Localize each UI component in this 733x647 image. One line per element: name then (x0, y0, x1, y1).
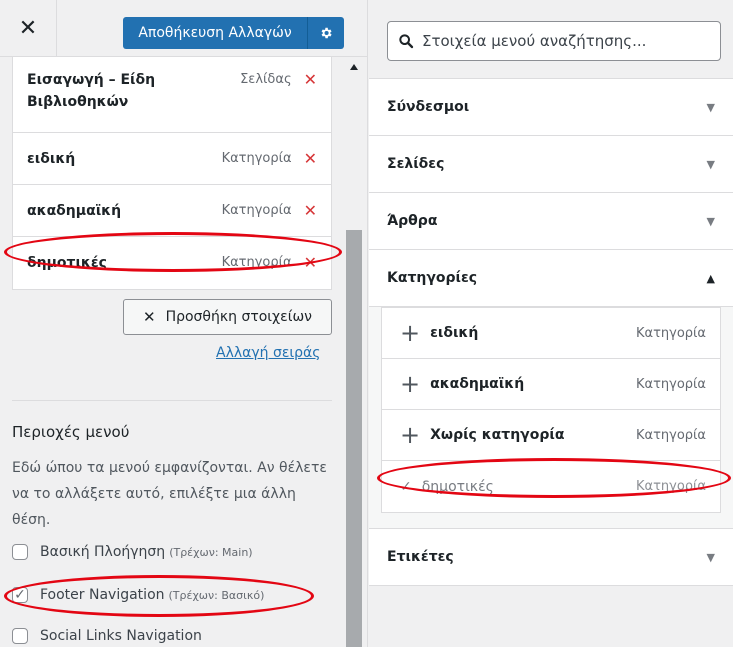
remove-icon[interactable]: ✕ (304, 148, 317, 170)
reorder-link[interactable]: Αλλαγή σειράς (216, 345, 321, 361)
chevron-down-icon: ▼ (706, 214, 715, 228)
accordion-title: Σελίδες (387, 156, 445, 172)
menu-items-list: Εισαγωγή – Είδη Βιβλιοθηκών Σελίδας ✕ ει… (12, 57, 332, 290)
menu-edit-panel: ✕ Αποθήκευση Αλλαγών Εισαγωγή – Είδη Βιβ… (0, 0, 368, 647)
accordion-tags[interactable]: Ετικέτες ▼ (369, 529, 733, 586)
chevron-down-icon: ▼ (706, 100, 715, 114)
menu-item[interactable]: ειδική Κατηγορία ✕ (13, 133, 331, 185)
category-type: Κατηγορία (635, 325, 706, 341)
menu-item-title: δημοτικές (27, 255, 107, 271)
available-items-panel: Στοιχεία μενού αναζήτησης... Σύνδεσμοι ▼… (369, 0, 733, 647)
accordion-links[interactable]: Σύνδεσμοι ▼ (369, 79, 733, 136)
location-label: Footer Navigation (40, 587, 165, 603)
location-current: (Τρέχων: Βασικό) (168, 588, 265, 602)
checkmark-icon: ✓ (400, 478, 412, 495)
customizer: ✕ Αποθήκευση Αλλαγών Εισαγωγή – Είδη Βιβ… (0, 0, 733, 647)
category-type: Κατηγορία (635, 427, 706, 443)
scrollbar-thumb[interactable] (346, 230, 362, 647)
menu-item-type: Κατηγορία ✕ (222, 200, 317, 222)
checkbox[interactable] (12, 544, 28, 560)
plus-icon[interactable]: + (400, 372, 420, 396)
location-label: Βασική Πλοήγηση (40, 544, 166, 560)
category-type: Κατηγορία (635, 376, 706, 392)
gear-icon (321, 27, 332, 39)
divider (12, 400, 332, 401)
search-area: Στοιχεία μενού αναζήτησης... (369, 0, 733, 79)
accordion-pages[interactable]: Σελίδες ▼ (369, 136, 733, 193)
category-name: ειδική (430, 325, 479, 341)
remove-icon[interactable]: ✕ (304, 200, 317, 222)
customizer-header: ✕ Αποθήκευση Αλλαγών (0, 0, 367, 57)
location-option[interactable]: ✓ Footer Navigation (Τρέχων: Βασικό) (12, 587, 264, 603)
save-group: Αποθήκευση Αλλαγών (123, 17, 344, 49)
category-name: δημοτικές (421, 478, 494, 495)
save-changes-button[interactable]: Αποθήκευση Αλλαγών (123, 17, 308, 49)
location-current: (Τρέχων: Main) (169, 545, 253, 559)
menu-item[interactable]: ακαδημαϊκή Κατηγορία ✕ (13, 185, 331, 237)
menu-item-type-label: Κατηγορία (221, 255, 292, 270)
location-option[interactable]: Βασική Πλοήγηση (Τρέχων: Main) (12, 544, 253, 560)
scroll-up-arrow-icon[interactable] (350, 64, 358, 70)
accordion-title: Κατηγορίες (387, 270, 478, 286)
accordion-categories[interactable]: Κατηγορίες ▲ (369, 250, 733, 307)
accordion-title: Ετικέτες (387, 549, 454, 565)
remove-icon[interactable]: ✕ (304, 252, 317, 274)
accordion-title: Σύνδεσμοι (387, 99, 470, 115)
menu-item-type-label: Κατηγορία (221, 150, 292, 166)
menu-item-title: ειδική (27, 150, 76, 167)
search-placeholder: Στοιχεία μενού αναζήτησης... (422, 32, 647, 50)
search-input[interactable]: Στοιχεία μενού αναζήτησης... (387, 21, 721, 61)
settings-button[interactable] (308, 17, 344, 49)
categories-list: + ειδική Κατηγορία + ακαδημαϊκή Κατηγορία … (381, 307, 721, 513)
chevron-down-icon: ▼ (706, 157, 715, 171)
location-label: Social Links Navigation (40, 628, 202, 644)
chevron-down-icon: ▼ (706, 550, 715, 564)
menu-item-type: Σελίδας ✕ (240, 69, 317, 91)
close-icon: ✕ (18, 16, 38, 41)
menu-item-title: Εισαγωγή – Είδη Βιβλιοθηκών (27, 72, 156, 110)
checkbox[interactable] (12, 628, 28, 644)
category-item[interactable]: + ακαδημαϊκή Κατηγορία (382, 359, 720, 410)
search-icon (399, 34, 414, 49)
category-type: Κατηγορία (635, 479, 706, 494)
close-button[interactable]: ✕ (0, 0, 57, 57)
menu-item-type: Κατηγορία ✕ (222, 252, 317, 274)
plus-icon[interactable]: + (400, 423, 420, 447)
menu-locations-description: Εδώ ώπου τα μενού εμφανίζονται. Αν θέλετ… (12, 460, 327, 528)
menu-item[interactable]: Εισαγωγή – Είδη Βιβλιοθηκών Σελίδας ✕ (13, 57, 331, 133)
menu-locations-title: Περιοχές μενού (12, 423, 130, 441)
accordion-posts[interactable]: Άρθρα ▼ (369, 193, 733, 250)
category-item[interactable]: + ειδική Κατηγορία (382, 308, 720, 359)
add-items-label: Προσθήκη στοιχείων (165, 309, 312, 325)
close-icon: ✕ (143, 308, 156, 326)
menu-item-type-label: Σελίδας (240, 72, 292, 87)
menu-item-title: ακαδημαϊκή (27, 202, 122, 219)
category-item[interactable]: + Χωρίς κατηγορία Κατηγορία (382, 410, 720, 461)
remove-icon[interactable]: ✕ (304, 69, 317, 91)
add-items-button[interactable]: ✕ Προσθήκη στοιχείων (123, 299, 332, 335)
chevron-up-icon: ▲ (706, 271, 715, 285)
category-item-added: ✓ δημοτικές Κατηγορία (382, 461, 720, 512)
categories-panel: + ειδική Κατηγορία + ακαδημαϊκή Κατηγορία … (369, 307, 733, 529)
menu-item[interactable]: δημοτικές Κατηγορία ✕ (13, 237, 331, 289)
location-option[interactable]: Social Links Navigation (12, 628, 202, 644)
plus-icon[interactable]: + (400, 321, 420, 345)
menu-item-type: Κατηγορία ✕ (222, 148, 317, 170)
category-name: ακαδημαϊκή (430, 376, 525, 392)
accordion-title: Άρθρα (387, 213, 438, 229)
menu-item-type-label: Κατηγορία (221, 202, 292, 218)
checkbox-checked[interactable]: ✓ (12, 587, 28, 603)
category-name: Χωρίς κατηγορία (430, 427, 565, 443)
